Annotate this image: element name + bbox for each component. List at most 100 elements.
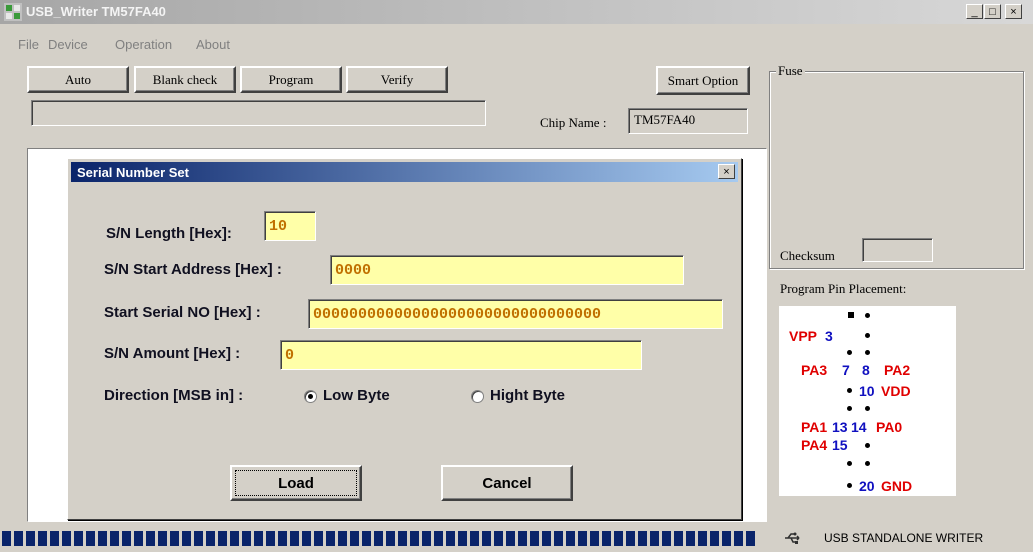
cancel-button[interactable]: Cancel: [441, 465, 573, 501]
progress-segment: [686, 531, 695, 546]
progress-segment: [134, 531, 143, 546]
progress-segment: [314, 531, 323, 546]
sn-start-address-label: S/N Start Address [Hex] :: [104, 261, 282, 278]
progress-segment: [674, 531, 683, 546]
dialog-close-button[interactable]: ×: [718, 164, 735, 179]
verify-button[interactable]: Verify: [346, 66, 448, 93]
close-button[interactable]: ×: [1005, 4, 1022, 19]
pin-number-15: 15: [832, 437, 848, 453]
pin-label-pa4: PA4: [801, 437, 828, 453]
maximize-button[interactable]: □: [984, 4, 1001, 19]
checksum-field: [862, 238, 933, 262]
progress-segment: [698, 531, 707, 546]
progress-segment: [2, 531, 11, 546]
progress-segment: [638, 531, 647, 546]
menu-device[interactable]: Device: [48, 37, 88, 52]
progress-segment: [326, 531, 335, 546]
sn-start-address-input[interactable]: [330, 255, 684, 285]
pin-label-vpp: VPP: [789, 328, 818, 344]
pin-dot: [847, 461, 852, 466]
progress-segment: [458, 531, 467, 546]
pin-dot: [847, 388, 852, 393]
high-byte-label[interactable]: Hight Byte: [490, 387, 565, 404]
start-serial-input[interactable]: [308, 299, 723, 329]
sn-amount-input[interactable]: [280, 340, 642, 370]
sn-amount-label: S/N Amount [Hex] :: [104, 345, 241, 362]
progress-segment: [662, 531, 671, 546]
pin-dot: [847, 406, 852, 411]
progress-segment: [62, 531, 71, 546]
progress-segment: [122, 531, 131, 546]
progress-segment: [110, 531, 119, 546]
menu-operation[interactable]: Operation: [115, 37, 172, 52]
progress-segment: [518, 531, 527, 546]
sn-length-input[interactable]: [264, 211, 316, 241]
progress-segment: [170, 531, 179, 546]
load-button[interactable]: Load: [230, 465, 362, 501]
progress-segment: [302, 531, 311, 546]
auto-button[interactable]: Auto: [27, 66, 129, 93]
low-byte-label[interactable]: Low Byte: [323, 387, 390, 404]
status-text: USB STANDALONE WRITER: [824, 531, 984, 545]
progress-segment: [362, 531, 371, 546]
progress-segment: [566, 531, 575, 546]
progress-segment: [650, 531, 659, 546]
pin-label-pa1: PA1: [801, 419, 828, 435]
progress-segment: [422, 531, 431, 546]
progress-segment: [182, 531, 191, 546]
progress-segment: [746, 531, 755, 546]
fuse-legend: Fuse: [776, 63, 805, 79]
progress-segment: [590, 531, 599, 546]
menu-file[interactable]: File: [18, 37, 39, 52]
progress-segment: [578, 531, 587, 546]
chip-name-field: TM57FA40: [628, 108, 748, 134]
program-button[interactable]: Program: [240, 66, 342, 93]
progress-segment: [278, 531, 287, 546]
progress-segment: [50, 531, 59, 546]
low-byte-radio-icon[interactable]: [304, 390, 317, 403]
app-icon: [4, 3, 22, 21]
progress-segment: [542, 531, 551, 546]
progress-segment: [290, 531, 299, 546]
title-bar: USB_Writer TM57FA40 _ □ ×: [0, 0, 1033, 24]
smart-option-button[interactable]: Smart Option: [656, 66, 750, 95]
pin-dot: [865, 461, 870, 466]
progress-segment: [194, 531, 203, 546]
progress-segment: [374, 531, 383, 546]
progress-segment: [710, 531, 719, 546]
high-byte-radio-icon[interactable]: [471, 390, 484, 403]
serial-number-dialog: Serial Number Set × S/N Length [Hex]: S/…: [67, 158, 742, 520]
progress-segment: [38, 531, 47, 546]
pin-number-20: 20: [859, 478, 875, 494]
progress-segment: [242, 531, 251, 546]
pin-number-10: 10: [859, 383, 875, 399]
minimize-button[interactable]: _: [966, 4, 983, 19]
dialog-title: Serial Number Set: [77, 165, 189, 180]
progress-segment: [230, 531, 239, 546]
menu-about[interactable]: About: [196, 37, 230, 52]
pin-number-3: 3: [825, 328, 833, 344]
pin-dot: [865, 406, 870, 411]
progress-segment: [530, 531, 539, 546]
pin-number-14: 14: [851, 419, 867, 435]
progress-segment: [410, 531, 419, 546]
progress-segment: [722, 531, 731, 546]
progress-segment: [554, 531, 563, 546]
window-title: USB_Writer TM57FA40: [26, 4, 166, 19]
blank-check-button[interactable]: Blank check: [134, 66, 236, 93]
progress-segment: [386, 531, 395, 546]
chip-name-value: TM57FA40: [634, 112, 696, 127]
usb-icon: [785, 532, 800, 544]
sn-length-label: S/N Length [Hex]:: [106, 225, 232, 242]
start-serial-label: Start Serial NO [Hex] :: [104, 304, 261, 321]
progress-segment: [626, 531, 635, 546]
progress-segment: [470, 531, 479, 546]
progress-segment: [338, 531, 347, 546]
pin-number-13: 13: [832, 419, 848, 435]
progress-segment: [218, 531, 227, 546]
progress-segment: [98, 531, 107, 546]
progress-segment: [434, 531, 443, 546]
pin-number-8: 8: [862, 362, 870, 378]
progress-segment: [398, 531, 407, 546]
progress-segment: [506, 531, 515, 546]
